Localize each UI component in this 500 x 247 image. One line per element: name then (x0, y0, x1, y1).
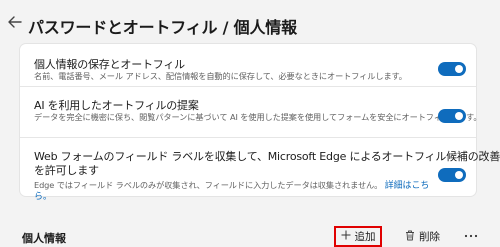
trash-icon (405, 230, 415, 244)
delete-button[interactable]: 削除 (405, 227, 440, 246)
page-title: パスワードとオートフィル / 個人情報 (28, 18, 297, 37)
delete-label: 削除 (419, 231, 440, 243)
plus-icon (341, 230, 351, 243)
toggle-knob (455, 171, 463, 179)
setting-description: 名前、電話番号、メール アドレス、配信情報を自動的に保存して、必要なときにオート… (34, 71, 407, 81)
learn-more-link-continued[interactable]: ら。 (34, 189, 52, 202)
learn-more-link[interactable]: 詳細はこち (385, 181, 430, 191)
setting-description: データを完全に機密に保ち、閲覧パターンに基づいて AI を使用した提案を使用して… (34, 112, 482, 122)
page-header: パスワードとオートフィル / 個人情報 (0, 8, 500, 38)
toggle-knob (455, 112, 463, 120)
setting-row-save-personal-info: 個人情報の保存とオートフィル 名前、電話番号、メール アドレス、配信情報を自動的… (20, 44, 476, 86)
setting-row-ai-autofill: AI を利用したオートフィルの提案 データを完全に機密に保ち、閲覧パターンに基づ… (20, 87, 482, 129)
setting-row-collect-field-labels: Web フォームのフィールド ラベルを収集して、Microsoft Edge に… (20, 138, 500, 202)
description-text: Edge ではフィールド ラベルのみが収集され、フィールドに入力したデータは収集… (34, 180, 383, 190)
section-title: 個人情報 (22, 232, 66, 245)
settings-card: 個人情報の保存とオートフィル 名前、電話番号、メール アドレス、配信情報を自動的… (20, 44, 500, 202)
more-icon[interactable] (462, 228, 480, 244)
ai-autofill-toggle[interactable] (438, 109, 466, 123)
back-arrow-icon[interactable] (6, 13, 24, 31)
setting-title-line1: Web フォームのフィールド ラベルを収集して、Microsoft Edge に… (34, 150, 500, 163)
add-button[interactable]: 追加 (334, 226, 382, 247)
add-label: 追加 (354, 231, 376, 243)
collect-field-labels-toggle[interactable] (438, 168, 466, 182)
setting-title-line2: を許可します (34, 164, 99, 177)
save-personal-info-toggle[interactable] (438, 62, 466, 76)
setting-description: Edge ではフィールド ラベルのみが収集され、フィールドに入力したデータは収集… (34, 178, 429, 191)
toggle-knob (455, 65, 463, 73)
